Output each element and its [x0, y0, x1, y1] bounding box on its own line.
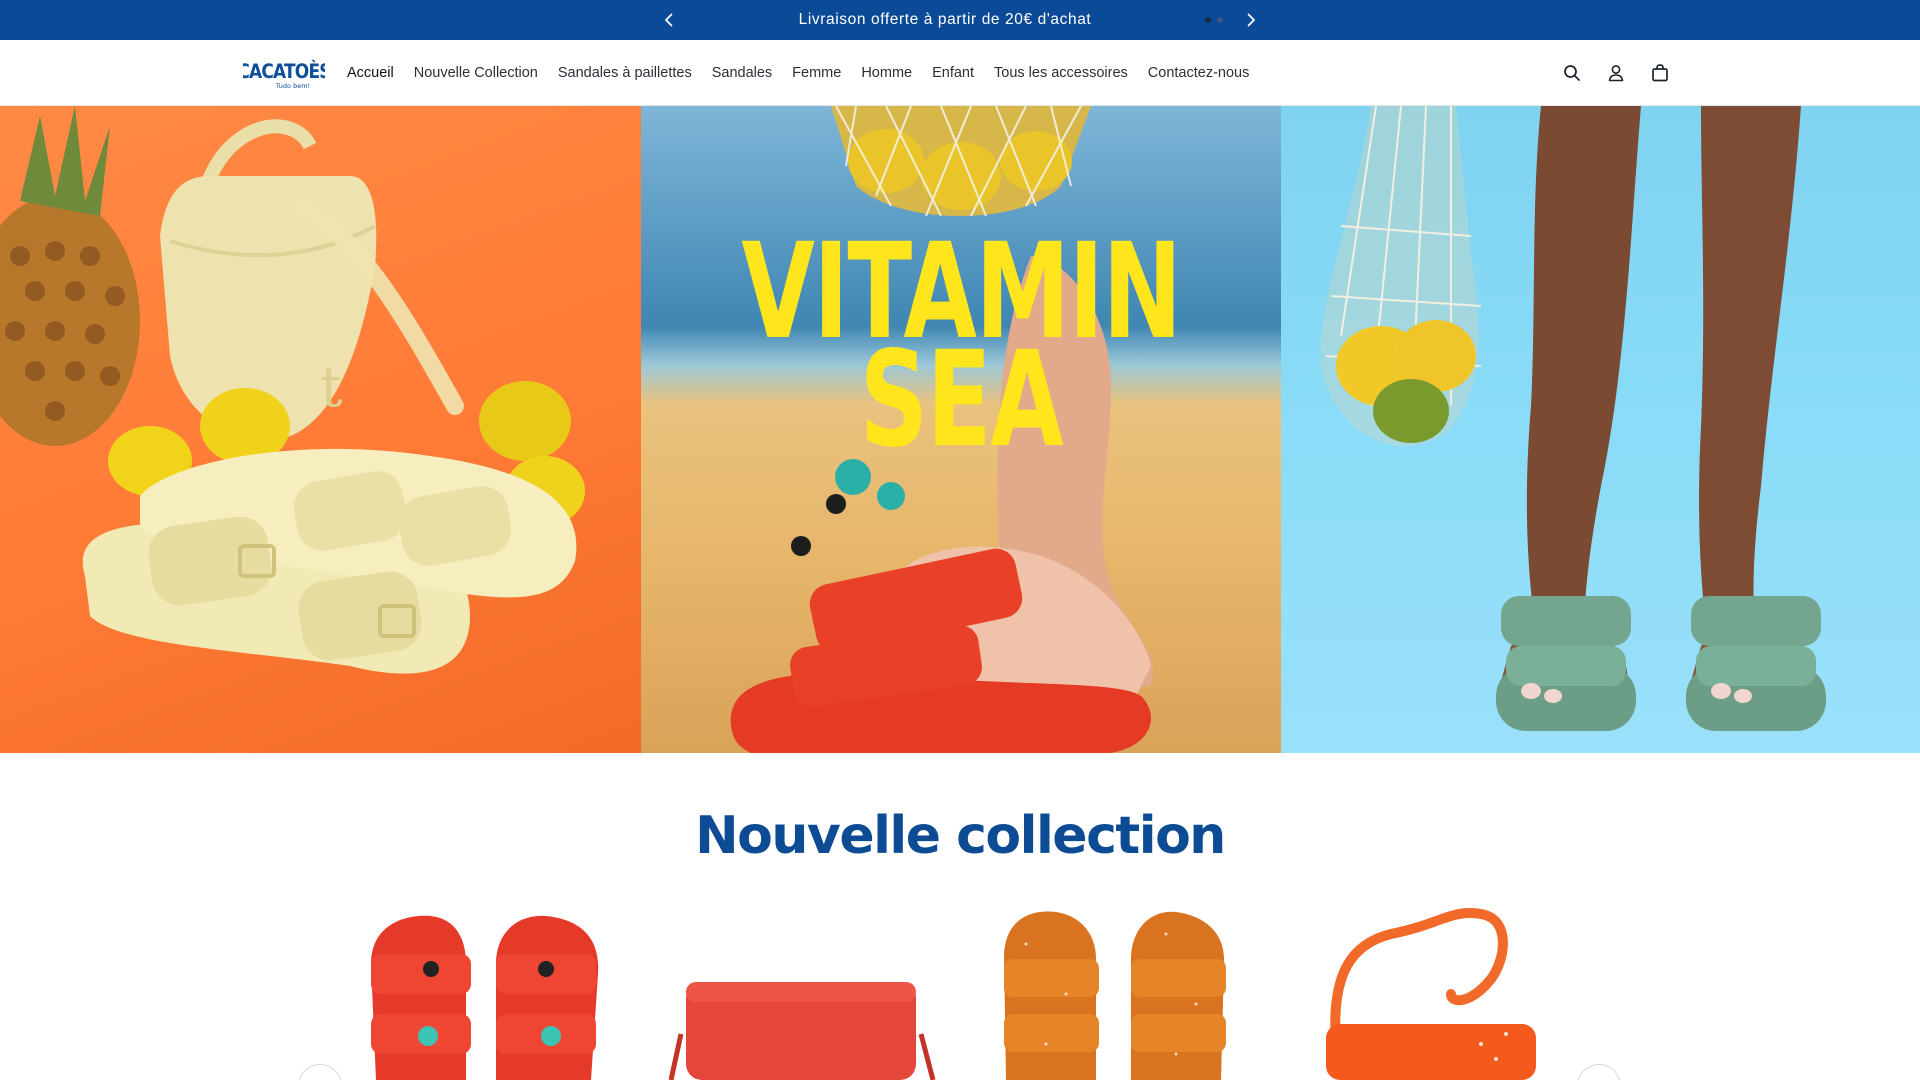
nav-item-femme[interactable]: Femme	[792, 65, 841, 81]
announcement-dot-2[interactable]	[1217, 17, 1223, 23]
cart-button[interactable]	[1648, 61, 1672, 85]
hero-image-left: t	[0, 106, 641, 753]
announcement-message: Livraison offerte à partir de 20€ d'acha…	[798, 11, 1092, 28]
hero-headline-line2: SEA	[859, 323, 1064, 477]
announcement-dots	[1205, 17, 1223, 23]
announcement-next-button[interactable]	[1239, 8, 1263, 32]
nav-item-accessoires[interactable]: Tous les accessoires	[994, 65, 1128, 81]
account-button[interactable]	[1604, 61, 1628, 85]
product-image-red-bag	[668, 982, 936, 1080]
cart-icon	[1652, 64, 1668, 82]
product-carousel	[0, 904, 1920, 1080]
account-icon	[1608, 65, 1624, 82]
search-icon	[1564, 65, 1580, 81]
product-image-red-sandals	[371, 915, 599, 1080]
header-icons	[1560, 61, 1672, 85]
hero-banner[interactable]: t VITAMIN SEA	[0, 106, 1920, 753]
logo-wordmark: CACATOÈS	[243, 60, 325, 83]
site-header: CACATOÈS Tudo bem! Accueil Nouvelle Coll…	[0, 40, 1920, 106]
announcement-bar: Livraison offerte à partir de 20€ d'acha…	[0, 0, 1920, 40]
main-nav: Accueil Nouvelle Collection Sandales à p…	[347, 40, 1269, 106]
logo-tagline: Tudo bem!	[275, 82, 310, 90]
hero-image-center: VITAMIN SEA	[641, 106, 1281, 753]
brand-logo[interactable]: CACATOÈS Tudo bem!	[243, 58, 325, 90]
product-card-1[interactable]	[336, 904, 636, 1080]
product-image-orange-bag	[1326, 908, 1536, 1080]
nav-item-sandales-paillettes[interactable]: Sandales à paillettes	[558, 65, 692, 81]
nav-item-nouvelle-collection[interactable]: Nouvelle Collection	[414, 65, 538, 81]
sandals-lemons-illustration: t	[0, 106, 585, 674]
product-card-3[interactable]	[966, 904, 1266, 1080]
legs-green-sandals-illustration	[1320, 106, 1826, 731]
nav-item-homme[interactable]: Homme	[861, 65, 912, 81]
section-title: Nouvelle collection	[695, 806, 1226, 866]
hero-image-right	[1281, 106, 1920, 753]
svg-text:t: t	[320, 355, 343, 420]
product-card-2[interactable]	[651, 904, 951, 1080]
logo-image: CACATOÈS Tudo bem!	[243, 60, 325, 90]
nav-item-accueil[interactable]: Accueil	[347, 65, 394, 81]
nav-item-contact[interactable]: Contactez-nous	[1148, 65, 1250, 81]
search-button[interactable]	[1560, 61, 1584, 85]
nav-item-sandales[interactable]: Sandales	[712, 65, 772, 81]
product-image-orange-glitter-sandals	[1004, 911, 1226, 1080]
nav-item-enfant[interactable]: Enfant	[932, 65, 974, 81]
announcement-dot-1[interactable]	[1205, 17, 1211, 23]
product-card-4[interactable]	[1281, 904, 1581, 1080]
chevron-right-icon	[1247, 13, 1255, 27]
